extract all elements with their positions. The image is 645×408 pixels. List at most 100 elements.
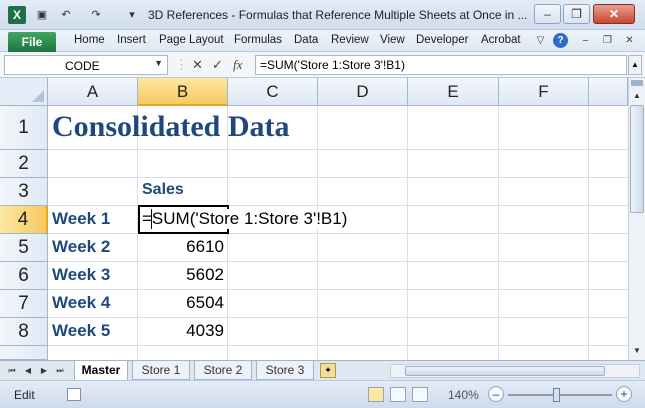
status-mode: Edit	[14, 388, 35, 402]
vertical-scrollbar[interactable]: ▲ ▼	[628, 78, 645, 360]
gridline	[48, 317, 628, 318]
gridline	[48, 177, 628, 178]
help-icon[interactable]: ?	[553, 33, 568, 48]
tab-page-layout[interactable]: Page Layout	[159, 34, 224, 46]
normal-view-icon[interactable]	[368, 387, 384, 402]
row-header-9[interactable]	[0, 346, 48, 360]
row-header-3[interactable]: 3	[0, 178, 48, 206]
sheet-tab-store-1[interactable]: Store 1	[132, 361, 190, 380]
zoom-level[interactable]: 140%	[448, 388, 479, 402]
expand-formula-bar-icon[interactable]: ▲	[628, 55, 642, 75]
tab-file[interactable]: File	[8, 32, 56, 52]
row-header-7[interactable]: 7	[0, 290, 48, 318]
page-layout-view-icon[interactable]	[390, 387, 406, 402]
insert-sheet-icon[interactable]: ✦	[320, 363, 336, 378]
tab-acrobat[interactable]: Acrobat	[481, 34, 521, 46]
confirm-entry-icon[interactable]: ✓	[212, 57, 223, 73]
cell-a8[interactable]: Week 5	[52, 321, 110, 341]
redo-icon[interactable]: ↷	[88, 7, 104, 23]
gridline	[48, 289, 628, 290]
tab-developer[interactable]: Developer	[416, 34, 468, 46]
customize-qat-icon[interactable]: ▾	[124, 7, 140, 23]
column-header-b[interactable]: B	[138, 78, 228, 106]
tab-view[interactable]: View	[380, 34, 405, 46]
row-header-2[interactable]: 2	[0, 150, 48, 178]
horizontal-scrollbar[interactable]	[390, 364, 640, 378]
tab-formulas[interactable]: Formulas	[234, 34, 282, 46]
gridline	[48, 233, 628, 234]
zoom-out-icon[interactable]: –	[488, 386, 504, 402]
row-header-5[interactable]: 5	[0, 234, 48, 262]
wb-minimize-icon[interactable]: –	[578, 33, 593, 48]
cell-b7[interactable]: 6504	[138, 293, 224, 313]
tab-home[interactable]: Home	[74, 34, 105, 46]
scroll-down-icon[interactable]: ▼	[630, 344, 644, 358]
cell-b3-header[interactable]: Sales	[142, 181, 184, 199]
column-header-a[interactable]: A	[48, 78, 138, 106]
sheet-tab-master[interactable]: Master	[74, 361, 128, 381]
cancel-entry-icon[interactable]: ✕	[192, 57, 203, 73]
undo-icon[interactable]: ↶	[58, 7, 74, 23]
zoom-in-icon[interactable]: +	[616, 386, 632, 402]
save-icon[interactable]: ▣	[34, 7, 50, 23]
ribbon-collapse-icon[interactable]: ▽	[533, 33, 548, 48]
row-header-8[interactable]: 8	[0, 318, 48, 346]
row-header-1[interactable]: 1	[0, 106, 48, 150]
macro-recording-icon[interactable]	[67, 388, 81, 401]
formula-input[interactable]: =SUM('Store 1:Store 3'!B1)	[255, 55, 627, 75]
cell-a1-title[interactable]: Consolidated Data	[52, 110, 290, 144]
column-header-e[interactable]: E	[408, 78, 499, 106]
cell-b6[interactable]: 5602	[138, 265, 224, 285]
gridline	[48, 149, 628, 150]
last-sheet-icon[interactable]: ⏭	[54, 364, 66, 378]
minimize-button[interactable]: –	[534, 4, 561, 24]
sheet-tab-store-2[interactable]: Store 2	[194, 361, 252, 380]
vertical-scroll-thumb[interactable]	[630, 105, 644, 213]
cell-a6[interactable]: Week 3	[52, 265, 110, 285]
page-break-view-icon[interactable]	[412, 387, 428, 402]
tab-review[interactable]: Review	[331, 34, 369, 46]
tab-insert[interactable]: Insert	[117, 34, 146, 46]
gridline	[48, 261, 628, 262]
zoom-slider-thumb[interactable]	[553, 388, 560, 402]
prev-sheet-icon[interactable]: ◀	[22, 364, 34, 378]
status-bar: Edit 140% – +	[0, 380, 645, 408]
gridline	[48, 345, 628, 346]
split-handle[interactable]	[631, 80, 643, 86]
column-header-g[interactable]	[589, 78, 628, 106]
cell-b8[interactable]: 4039	[138, 321, 224, 341]
title-bar: X ▣ ↶ ↷ ▾ 3D References - Formulas that …	[0, 0, 645, 30]
formula-bar-dots-icon: ⋮	[175, 57, 188, 72]
wb-close-icon[interactable]: ✕	[622, 33, 637, 48]
row-header-6[interactable]: 6	[0, 262, 48, 290]
insert-function-icon[interactable]: fx	[233, 57, 242, 73]
wb-restore-icon[interactable]: ❐	[600, 33, 615, 48]
cell-a7[interactable]: Week 4	[52, 293, 110, 313]
cell-a4[interactable]: Week 1	[52, 209, 110, 229]
sheet-tab-bar: ⏮ ◀ ▶ ⏭ Master Store 1 Store 2 Store 3 ✦	[0, 360, 645, 381]
restore-button[interactable]: ❐	[563, 4, 590, 24]
tab-data[interactable]: Data	[294, 34, 318, 46]
row-header-4[interactable]: 4	[0, 206, 48, 234]
worksheet-grid[interactable]: A B C D E F 1 2 3 4 5 6 7 8 Consolidated…	[0, 78, 628, 360]
column-header-d[interactable]: D	[318, 78, 408, 106]
excel-logo-icon[interactable]: X	[8, 6, 26, 24]
column-header-f[interactable]: F	[499, 78, 589, 106]
close-button[interactable]: ✕	[593, 4, 635, 24]
zoom-slider-track[interactable]	[508, 394, 612, 396]
cell-a5[interactable]: Week 2	[52, 237, 110, 257]
scroll-up-icon[interactable]: ▲	[630, 89, 644, 103]
next-sheet-icon[interactable]: ▶	[38, 364, 50, 378]
formula-bar: CODE ▼ ⋮ ✕ ✓ fx =SUM('Store 1:Store 3'!B…	[0, 52, 645, 78]
gridline	[48, 205, 628, 206]
ribbon-tabs: File Home Insert Page Layout Formulas Da…	[0, 30, 645, 52]
cell-b4-edit-text[interactable]: =SUM('Store 1:Store 3'!B1)	[142, 209, 352, 229]
sheet-tab-store-3[interactable]: Store 3	[256, 361, 314, 380]
column-header-c[interactable]: C	[228, 78, 318, 106]
name-box[interactable]: CODE ▼	[4, 55, 168, 75]
first-sheet-icon[interactable]: ⏮	[6, 364, 18, 378]
cell-b5[interactable]: 6610	[138, 237, 224, 257]
horizontal-scroll-thumb[interactable]	[405, 366, 605, 376]
chevron-down-icon[interactable]: ▼	[154, 58, 163, 68]
select-all-button[interactable]	[0, 78, 48, 106]
